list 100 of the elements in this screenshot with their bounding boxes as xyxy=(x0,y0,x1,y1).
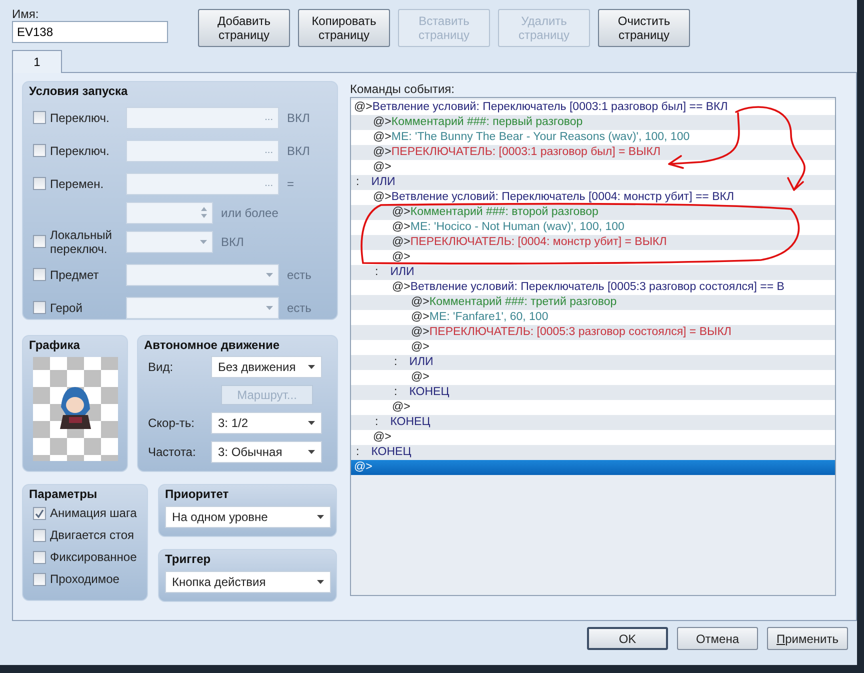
command-row[interactable]: @>ПЕРЕКЛЮЧАТЕЛЬ: [0003:1 разговор был] = ВЫКЛ xyxy=(351,145,835,160)
command-text: ПЕРЕКЛЮЧАТЕЛЬ: [0004: монстр убит] = ВЫКЛ xyxy=(410,235,667,250)
caret-icon xyxy=(308,421,315,425)
name-field[interactable]: EV138 xyxy=(12,21,168,43)
condition-suffix: есть xyxy=(287,300,312,316)
command-row[interactable]: @>Ветвление условий: Переключатель [0004: монстр убит] == ВКЛ xyxy=(351,190,835,205)
command-marker: @> xyxy=(411,310,430,325)
command-row[interactable]: : КОНЕЦ xyxy=(351,385,835,400)
caret-icon xyxy=(266,306,273,310)
command-row[interactable]: : ИЛИ xyxy=(351,175,835,190)
checkbox[interactable] xyxy=(33,506,46,520)
dropdown[interactable]: Кнопка действия xyxy=(165,571,331,593)
command-text: КОНЕЦ xyxy=(371,445,412,460)
command-row[interactable]: @> xyxy=(351,460,835,475)
number-field[interactable] xyxy=(126,202,213,224)
command-row[interactable]: @>ПЕРЕКЛЮЧАТЕЛЬ: [0004: монстр убит] = ВЫКЛ xyxy=(351,235,835,250)
command-marker: : xyxy=(375,265,378,280)
condition-label: Предмет xyxy=(50,268,100,282)
condition-suffix: ВКЛ xyxy=(287,110,310,126)
tab[interactable]: 1 xyxy=(12,50,62,73)
commands-label: Команды события: xyxy=(350,81,455,97)
command-marker: @> xyxy=(411,295,430,310)
command-row[interactable]: @> xyxy=(351,160,835,175)
name-label: Имя: xyxy=(12,7,39,21)
command-marker: @> xyxy=(411,325,430,340)
command-text: ИЛИ xyxy=(409,355,434,370)
command-text: Комментарий ###: третий разговор xyxy=(429,295,617,310)
field-label: Частота: xyxy=(147,445,197,459)
checkbox[interactable] xyxy=(33,572,46,586)
condition-suffix: = xyxy=(287,176,294,192)
command-text: Комментарий ###: второй разговор xyxy=(410,205,598,220)
caret-icon xyxy=(308,365,315,369)
group-title: Параметры xyxy=(29,487,98,502)
command-marker: @> xyxy=(373,145,392,160)
spinner-icon[interactable] xyxy=(201,207,207,218)
condition-suffix: есть xyxy=(287,266,312,284)
condition-label: Локальный переключ. xyxy=(50,228,113,256)
dropdown[interactable] xyxy=(126,230,213,252)
dialog-button[interactable]: OK xyxy=(587,627,668,650)
command-list[interactable] xyxy=(350,97,836,596)
dropdown[interactable] xyxy=(126,264,279,286)
command-marker: @> xyxy=(411,340,430,355)
checkbox[interactable] xyxy=(33,144,46,157)
checkbox[interactable] xyxy=(33,550,46,564)
command-marker: @> xyxy=(392,235,410,250)
caret-icon xyxy=(308,450,315,454)
command-marker: @> xyxy=(354,460,372,475)
dialog-button[interactable]: Применить xyxy=(767,627,848,650)
command-row[interactable]: @> xyxy=(351,400,835,415)
command-row[interactable]: @>ME: 'Fanfare1', 60, 100 xyxy=(351,310,835,325)
command-marker: @> xyxy=(392,250,410,265)
checkbox[interactable] xyxy=(33,111,46,124)
command-row[interactable]: : КОНЕЦ xyxy=(351,415,835,430)
caret-icon xyxy=(200,240,207,244)
command-row[interactable]: @>Комментарий ###: первый разговор xyxy=(351,115,835,130)
command-marker: : xyxy=(375,415,378,430)
command-marker: @> xyxy=(373,430,392,445)
command-row[interactable]: @> xyxy=(351,370,835,385)
page-button[interactable]: Добавить страницу xyxy=(198,9,290,47)
condition-suffix: или более xyxy=(221,204,278,222)
command-row[interactable]: @>Ветвление условий: Переключатель [0005:3 разговор состоялся] == В xyxy=(351,280,835,295)
command-marker: : xyxy=(356,175,360,190)
sprite-preview[interactable] xyxy=(33,357,118,461)
page-button[interactable]: Очистить страницу xyxy=(598,9,690,47)
dropdown[interactable]: На одном уровне xyxy=(165,506,331,528)
group-title: Графика xyxy=(29,338,81,353)
command-text: ИЛИ xyxy=(371,175,396,190)
checkbox[interactable] xyxy=(33,268,46,281)
page-button[interactable]: Копировать страницу xyxy=(298,9,390,47)
command-marker: : xyxy=(394,355,398,370)
command-marker: @> xyxy=(411,370,430,385)
condition-label: Переключ. xyxy=(50,110,110,124)
checkbox[interactable] xyxy=(33,235,46,248)
command-row[interactable]: @>ME: 'The Bunny The Bear - Your Reasons (wav)', 100, 100 xyxy=(351,130,835,145)
command-row[interactable]: @>Ветвление условий: Переключатель [0003:1 разговор был] == ВКЛ xyxy=(351,100,835,115)
option-label: Проходимое xyxy=(50,572,120,586)
group-title: Автономное движение xyxy=(144,338,281,353)
command-text: ПЕРЕКЛЮЧАТЕЛЬ: [0005:3 разговор состоялся] = ВЫКЛ xyxy=(429,325,732,340)
checkbox[interactable] xyxy=(33,301,46,314)
command-row[interactable]: @>Комментарий ###: второй разговор xyxy=(351,205,835,220)
dialog-button[interactable]: Отмена xyxy=(677,627,758,650)
checkbox[interactable] xyxy=(33,177,46,190)
group-title: Условия запуска xyxy=(29,84,129,99)
command-text: ME: 'Hocico - Not Human (wav)', 100, 100 xyxy=(410,220,624,235)
command-row[interactable]: @> xyxy=(351,430,835,445)
command-row[interactable]: : ИЛИ xyxy=(351,355,835,370)
command-row[interactable]: @>Комментарий ###: третий разговор xyxy=(351,295,835,310)
dropdown[interactable]: 3: 1/2 xyxy=(211,412,322,434)
dropdown[interactable] xyxy=(126,296,279,318)
command-row[interactable]: @>ПЕРЕКЛЮЧАТЕЛЬ: [0005:3 разговор состоялся] = ВЫКЛ xyxy=(351,325,835,340)
option-label: Двигается стоя xyxy=(50,528,134,542)
command-row[interactable]: : КОНЕЦ xyxy=(351,445,835,460)
command-row[interactable]: @>ME: 'Hocico - Not Human (wav)', 100, 100 xyxy=(351,220,835,235)
option-label: Анимация шага xyxy=(50,506,137,520)
command-row[interactable]: : ИЛИ xyxy=(351,265,835,280)
dropdown[interactable]: 3: Обычная xyxy=(211,441,322,463)
command-row[interactable]: @> xyxy=(351,340,835,355)
dropdown[interactable]: Без движения xyxy=(211,356,322,378)
checkbox[interactable] xyxy=(33,528,46,542)
command-text: Комментарий ###: первый разговор xyxy=(391,115,583,130)
